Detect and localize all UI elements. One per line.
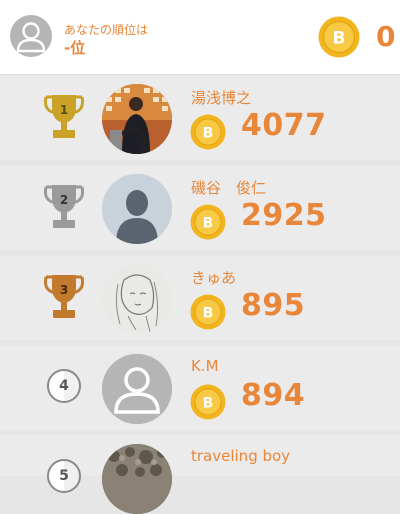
sketch-portrait <box>102 264 172 334</box>
silver-trophy-icon: 2 <box>40 183 88 233</box>
ranking-row[interactable]: 5 traveling boy <box>0 435 400 514</box>
coin-icon: B <box>190 384 226 424</box>
my-rank-value: -位 <box>64 39 86 57</box>
default-user-icon <box>102 174 172 244</box>
coin-symbol: B <box>203 126 214 142</box>
coin-symbol: B <box>203 306 214 322</box>
coin-icon: B <box>190 114 226 154</box>
user-name: K.M <box>191 357 219 375</box>
ranking-row[interactable]: 3 きゅあ B 895 <box>0 255 400 340</box>
ranking-row[interactable]: 2 磯谷 俊仁 B 2925 <box>0 165 400 250</box>
default-user-icon <box>102 354 172 424</box>
coin-icon: B <box>190 204 226 244</box>
coin-symbol: B <box>203 216 214 232</box>
user-avatar[interactable] <box>102 84 172 154</box>
user-score: 895 <box>241 288 306 323</box>
rank-number: 1 <box>60 103 68 117</box>
user-avatar[interactable] <box>10 15 52 57</box>
ranking-row[interactable]: 1 湯浅博之 B 4077 <box>0 75 400 160</box>
rank-number: 3 <box>60 283 68 297</box>
my-rank-header: あなたの順位は -位 B 0 <box>0 0 400 75</box>
user-score: 894 <box>241 378 306 413</box>
user-avatar[interactable] <box>102 174 172 244</box>
user-name: 磯谷 俊仁 <box>191 179 267 197</box>
coin-symbol: B <box>203 396 214 412</box>
coin-symbol: B <box>333 29 346 49</box>
coin-icon: B <box>190 294 226 334</box>
default-user-icon <box>16 22 46 53</box>
rank-number: 2 <box>60 193 68 207</box>
profile-photo <box>102 444 172 514</box>
user-name: きゅあ <box>191 269 237 287</box>
coin-icon: B <box>318 16 360 62</box>
user-avatar[interactable] <box>102 264 172 334</box>
user-score: 4077 <box>241 108 327 143</box>
ranking-row[interactable]: 4 K.M B 894 <box>0 345 400 430</box>
rank-circle-icon: 4 <box>47 369 81 403</box>
user-name: traveling boy <box>191 447 291 465</box>
rank-circle-icon: 5 <box>47 459 81 493</box>
bronze-trophy-icon: 3 <box>40 273 88 323</box>
gold-trophy-icon: 1 <box>40 93 88 143</box>
user-avatar[interactable] <box>102 354 172 424</box>
user-score: 2925 <box>241 198 327 233</box>
user-name: 湯浅博之 <box>191 89 252 107</box>
my-rank-label: あなたの順位は <box>64 23 149 37</box>
user-avatar[interactable] <box>102 444 172 514</box>
coin-count: 0 <box>376 20 396 53</box>
profile-photo <box>102 84 172 154</box>
